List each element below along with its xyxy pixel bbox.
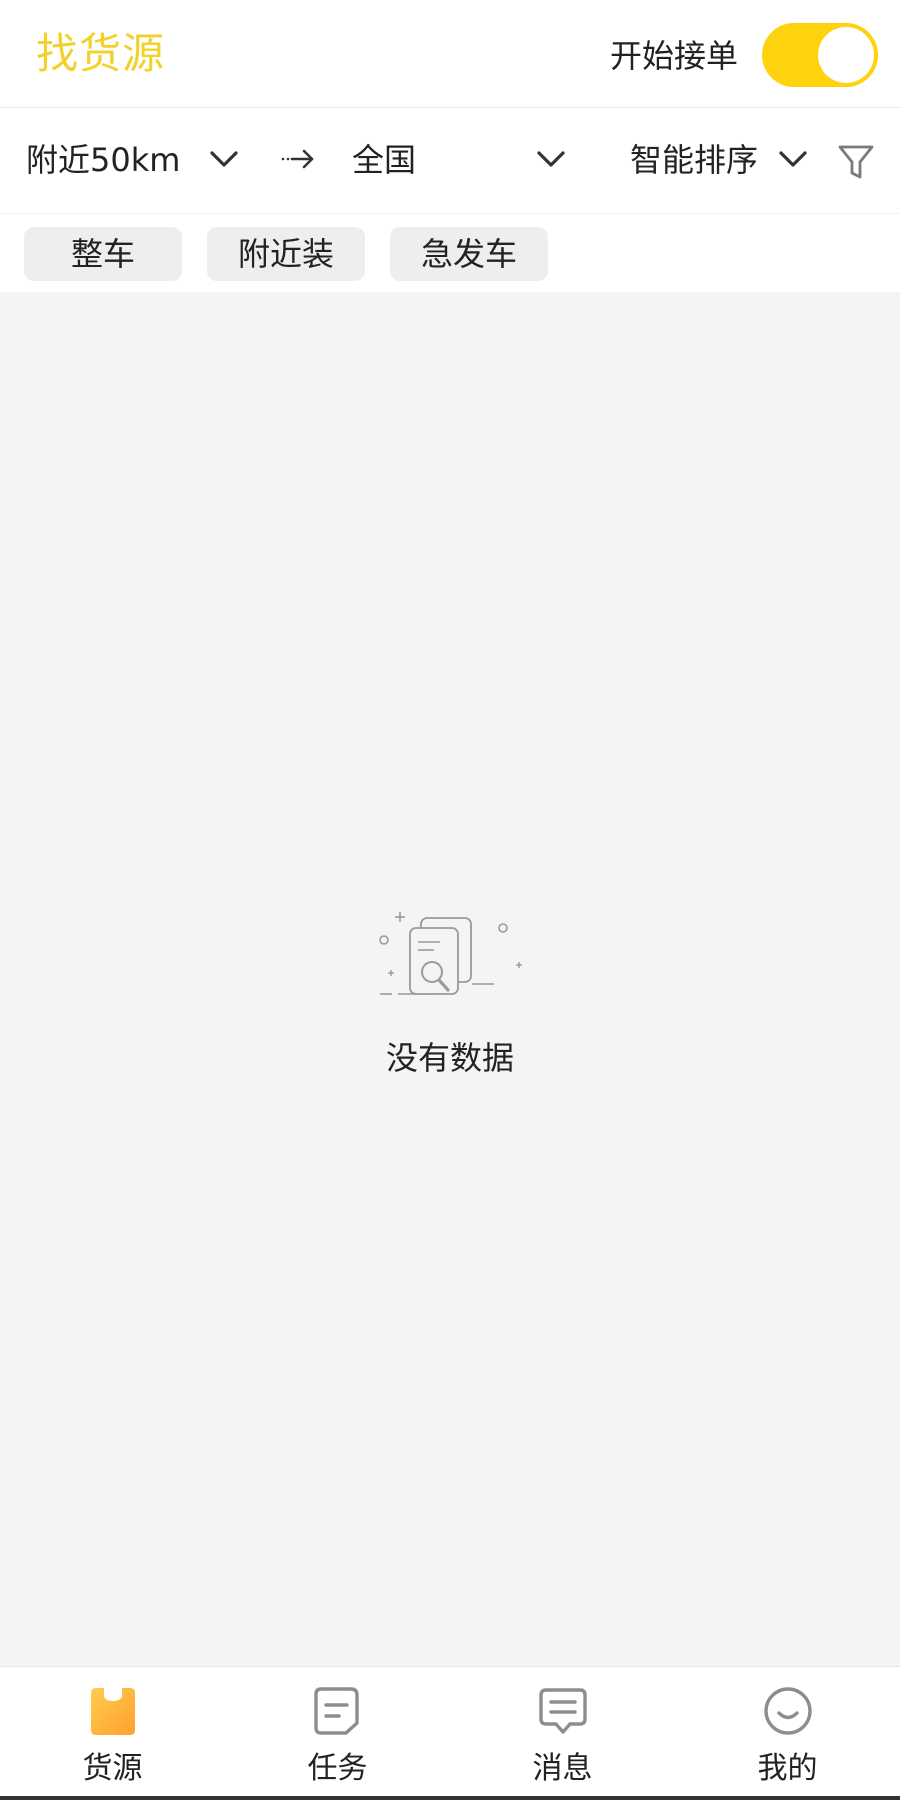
toggle-knob — [818, 27, 874, 83]
tab-mine-label: 我的 — [757, 1751, 818, 1786]
bottom-tab-bar: 货源 任务 消息 我的 — [0, 1666, 900, 1800]
sort-chevron-down-icon[interactable] — [776, 144, 810, 174]
empty-data-illustration-icon — [379, 912, 522, 995]
cargo-list-area[interactable]: 没有数据 — [0, 292, 900, 1666]
header-bar: 找货源 开始接单 — [0, 0, 900, 108]
tab-cargo-label: 货源 — [82, 1751, 143, 1786]
tab-tasks-label: 任务 — [307, 1751, 368, 1786]
message-bubble-icon — [539, 1688, 587, 1734]
tab-messages-label: 消息 — [532, 1751, 593, 1786]
page-title: 找货源 — [36, 29, 166, 78]
tag-full-truck[interactable]: 整车 — [24, 227, 182, 281]
filter-bar: 附近50km 全国 智能排序 — [0, 108, 900, 214]
sort-filter-label[interactable]: 智能排序 — [630, 138, 758, 182]
tab-cargo[interactable]: 货源 — [0, 1667, 225, 1801]
screen-bottom-edge — [0, 1796, 900, 1800]
destination-filter-label[interactable]: 全国 — [352, 138, 416, 182]
cargo-bag-icon — [91, 1688, 135, 1735]
empty-state-message: 没有数据 — [385, 1039, 514, 1077]
tag-urgent-dispatch[interactable]: 急发车 — [390, 227, 548, 281]
accept-orders-label: 开始接单 — [609, 37, 738, 75]
tab-tasks[interactable]: 任务 — [225, 1667, 450, 1801]
task-document-icon — [314, 1687, 359, 1735]
tag-row: 整车 附近装 急发车 — [0, 214, 900, 292]
tag-nearby-loading[interactable]: 附近装 — [207, 227, 365, 281]
filter-funnel-icon[interactable] — [836, 142, 876, 182]
origin-chevron-down-icon[interactable] — [207, 144, 241, 174]
smiley-face-icon — [764, 1687, 812, 1735]
origin-filter-label[interactable]: 附近50km — [26, 138, 180, 182]
destination-chevron-down-icon[interactable] — [534, 144, 568, 174]
route-arrow-icon — [281, 149, 314, 169]
accept-orders-toggle[interactable] — [762, 23, 878, 87]
tab-mine[interactable]: 我的 — [675, 1667, 900, 1801]
tab-messages[interactable]: 消息 — [450, 1667, 675, 1801]
